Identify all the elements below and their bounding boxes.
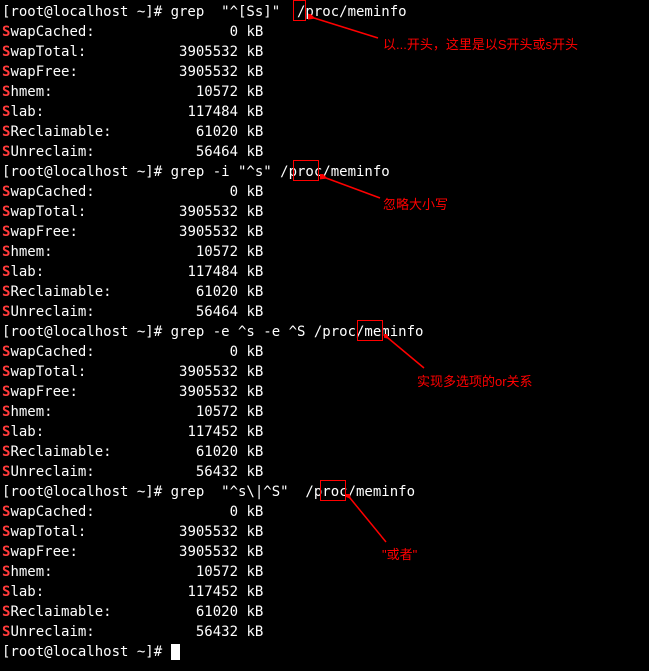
output-line: SUnreclaim: 56464 kB (2, 142, 647, 162)
output-line: Shmem: 10572 kB (2, 242, 647, 262)
output-line: SReclaimable: 61020 kB (2, 602, 647, 622)
output-line: Shmem: 10572 kB (2, 562, 647, 582)
cursor-icon (171, 644, 180, 660)
output-line: Slab: 117452 kB (2, 582, 647, 602)
output-line: SwapTotal: 3905532 kB (2, 202, 647, 222)
output-line: Shmem: 10572 kB (2, 82, 647, 102)
output-line: SwapCached: 0 kB (2, 182, 647, 202)
output-line: SReclaimable: 61020 kB (2, 442, 647, 462)
command-line-3: [root@localhost ~]# grep -e ^s -e ^S /pr… (2, 322, 647, 342)
output-line: SwapCached: 0 kB (2, 22, 647, 42)
command-prompt[interactable]: [root@localhost ~]# (2, 642, 647, 662)
output-line: Slab: 117484 kB (2, 262, 647, 282)
output-line: Slab: 117452 kB (2, 422, 647, 442)
output-line: Slab: 117484 kB (2, 102, 647, 122)
output-line: SwapFree: 3905532 kB (2, 62, 647, 82)
output-line: SUnreclaim: 56432 kB (2, 622, 647, 642)
output-line: SUnreclaim: 56464 kB (2, 302, 647, 322)
output-line: SwapTotal: 3905532 kB (2, 362, 647, 382)
output-line: SReclaimable: 61020 kB (2, 282, 647, 302)
output-line: SwapCached: 0 kB (2, 502, 647, 522)
output-line: SwapFree: 3905532 kB (2, 222, 647, 242)
output-line: SwapTotal: 3905532 kB (2, 42, 647, 62)
command-line-1: [root@localhost ~]# grep "^[Ss]" /proc/m… (2, 2, 647, 22)
output-line: SwapFree: 3905532 kB (2, 382, 647, 402)
output-line: SwapTotal: 3905532 kB (2, 522, 647, 542)
command-line-2: [root@localhost ~]# grep -i "^s" /proc/m… (2, 162, 647, 182)
output-line: Shmem: 10572 kB (2, 402, 647, 422)
terminal-output: [root@localhost ~]# grep "^[Ss]" /proc/m… (2, 2, 647, 662)
command-line-4: [root@localhost ~]# grep "^s\|^S" /proc/… (2, 482, 647, 502)
output-line: SReclaimable: 61020 kB (2, 122, 647, 142)
output-line: SwapCached: 0 kB (2, 342, 647, 362)
output-line: SwapFree: 3905532 kB (2, 542, 647, 562)
output-line: SUnreclaim: 56432 kB (2, 462, 647, 482)
